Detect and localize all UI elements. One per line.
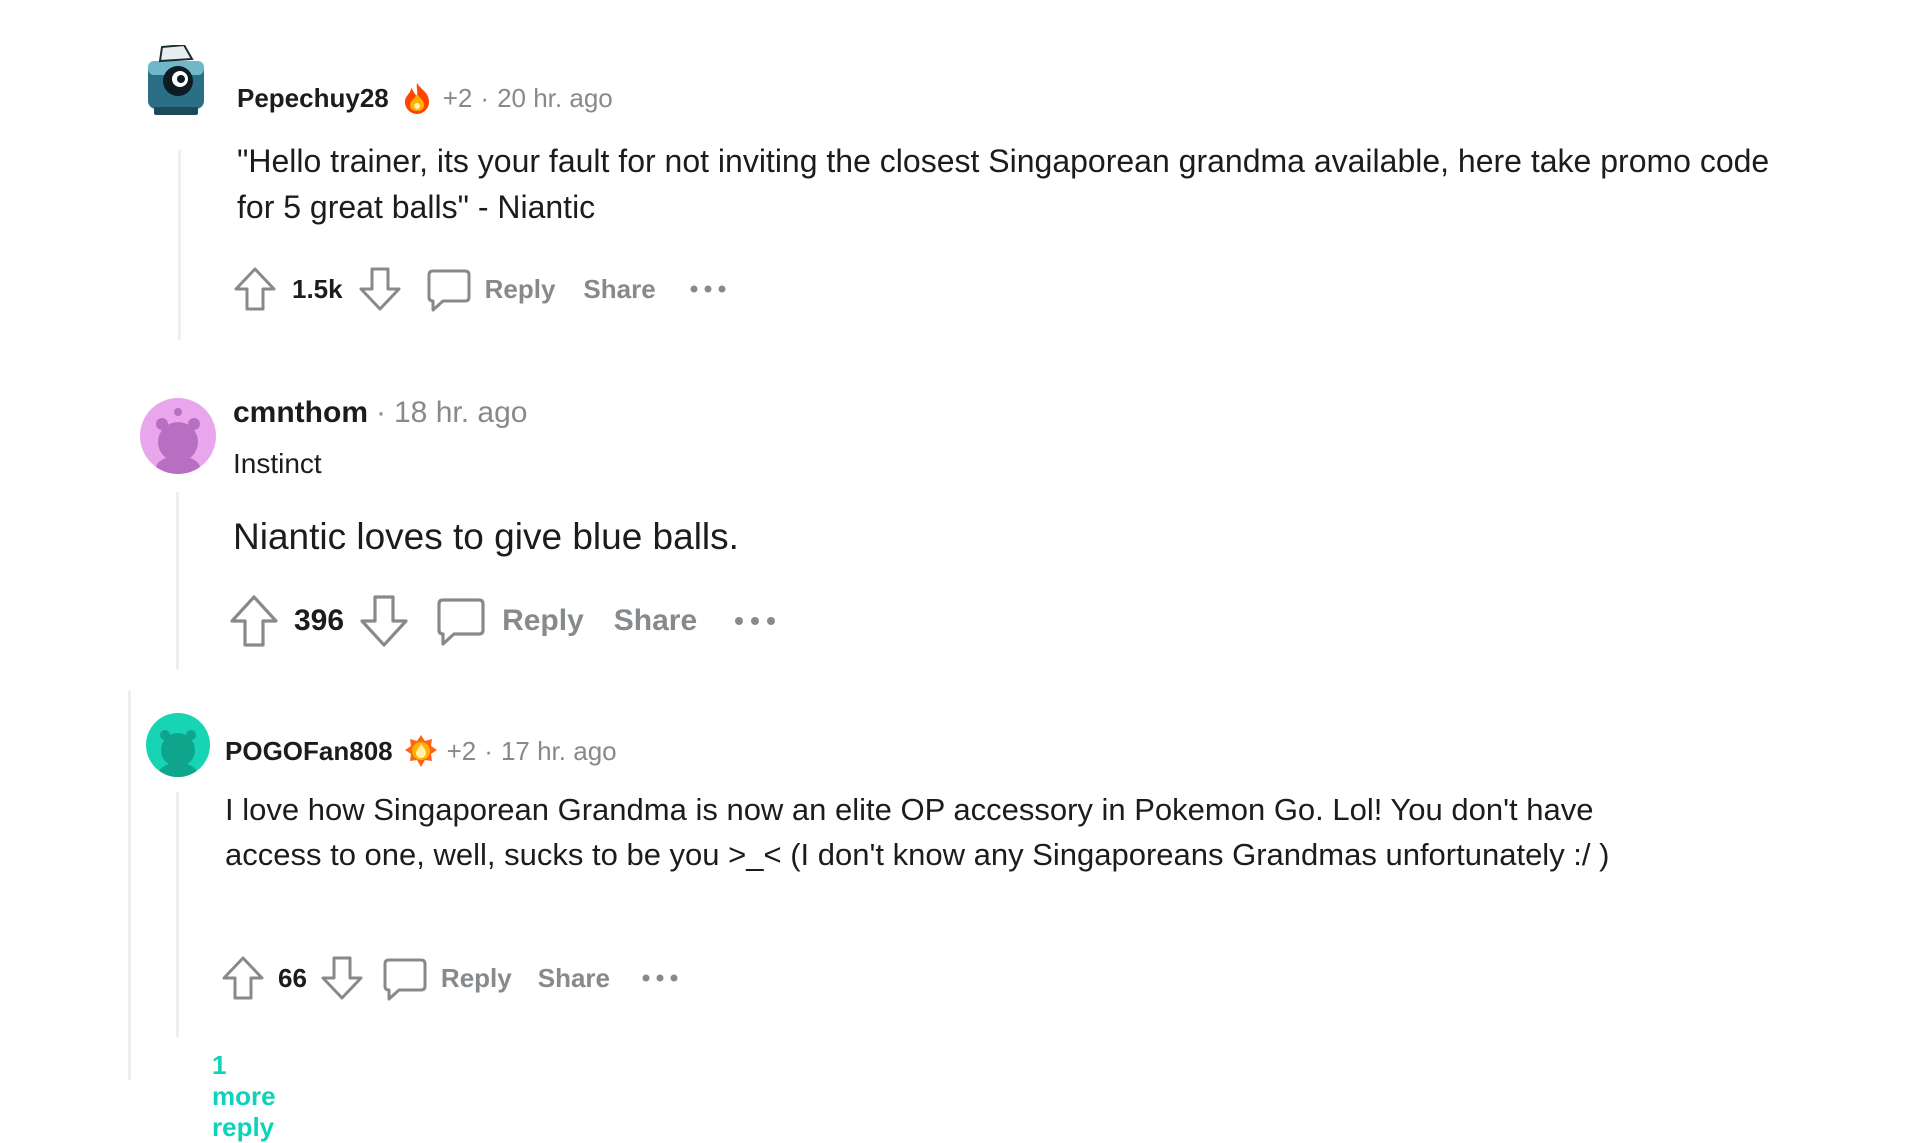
vote-score: 1.5k bbox=[292, 273, 343, 304]
upvote-icon[interactable] bbox=[232, 265, 278, 313]
more-replies-link[interactable]: 1 more reply bbox=[212, 1050, 276, 1143]
separator-dot: · bbox=[480, 82, 490, 113]
comment-actions: 1.5k Reply Share bbox=[232, 265, 728, 313]
snoo-avatar-icon bbox=[159, 730, 197, 777]
username[interactable]: cmnthom bbox=[233, 396, 368, 430]
comment-body: "Hello trainer, its your fault for not i… bbox=[237, 143, 1770, 226]
comment-meta: POGOFan808 +2 · 17 hr. ago bbox=[225, 733, 617, 769]
flame-award-icon[interactable] bbox=[399, 80, 435, 116]
reply-label: Reply bbox=[440, 962, 512, 993]
username[interactable]: POGOFan808 bbox=[225, 736, 393, 767]
downvote-icon[interactable] bbox=[319, 954, 365, 1002]
upvote-icon[interactable] bbox=[220, 954, 266, 1002]
comment-body: I love how Singaporean Grandma is now an… bbox=[225, 792, 1610, 872]
more-options-icon[interactable] bbox=[640, 972, 680, 984]
username[interactable]: Pepechuy28 bbox=[237, 83, 389, 114]
more-options-icon[interactable] bbox=[733, 615, 777, 627]
reply-button[interactable]: Reply bbox=[425, 265, 556, 313]
more-options-icon[interactable] bbox=[688, 283, 728, 295]
timestamp[interactable]: 17 hr. ago bbox=[501, 736, 617, 767]
share-button[interactable]: Share bbox=[614, 604, 697, 638]
share-button[interactable]: Share bbox=[583, 274, 655, 305]
comment-bubble-icon bbox=[427, 269, 471, 312]
reply-label: Reply bbox=[502, 604, 584, 637]
comment-body: Niantic loves to give blue balls. bbox=[233, 516, 739, 557]
award-count[interactable]: +2 bbox=[447, 736, 477, 767]
user-flair: Instinct bbox=[233, 448, 322, 479]
vote-score: 66 bbox=[278, 962, 307, 993]
fire-award-icon[interactable] bbox=[403, 733, 439, 769]
reply-button[interactable]: Reply bbox=[434, 594, 584, 648]
downvote-icon[interactable] bbox=[358, 593, 410, 649]
separator-dot: · bbox=[376, 396, 386, 429]
downvote-icon[interactable] bbox=[357, 265, 403, 313]
parent-thread-line[interactable] bbox=[128, 690, 131, 1080]
comment-actions: 396 Reply Share bbox=[228, 593, 777, 649]
timestamp[interactable]: 18 hr. ago bbox=[394, 396, 527, 430]
comment-bubble-icon bbox=[383, 958, 427, 1001]
avatar[interactable] bbox=[146, 713, 210, 777]
comment-bubble-icon bbox=[437, 598, 485, 646]
snoo-avatar-icon bbox=[156, 408, 200, 474]
comment-meta: cmnthom · 18 hr. ago bbox=[233, 393, 527, 433]
avatar[interactable] bbox=[140, 398, 216, 474]
upvote-icon[interactable] bbox=[228, 593, 280, 649]
timestamp[interactable]: 20 hr. ago bbox=[497, 83, 613, 114]
reply-button[interactable]: Reply bbox=[381, 954, 512, 1002]
thread-line[interactable] bbox=[178, 150, 181, 340]
comment-meta: Pepechuy28 +2 · 20 hr. ago bbox=[237, 80, 613, 116]
reply-label: Reply bbox=[484, 273, 556, 304]
vote-score: 396 bbox=[294, 604, 345, 637]
avatar[interactable] bbox=[140, 45, 212, 117]
separator-dot: · bbox=[484, 735, 493, 766]
thread-line[interactable] bbox=[176, 492, 179, 670]
award-count[interactable]: +2 bbox=[443, 83, 473, 114]
comment-actions: 66 Reply Share bbox=[220, 954, 680, 1002]
share-button[interactable]: Share bbox=[538, 963, 610, 994]
thread-line[interactable] bbox=[176, 792, 179, 1037]
robot-avatar-icon bbox=[148, 45, 204, 115]
